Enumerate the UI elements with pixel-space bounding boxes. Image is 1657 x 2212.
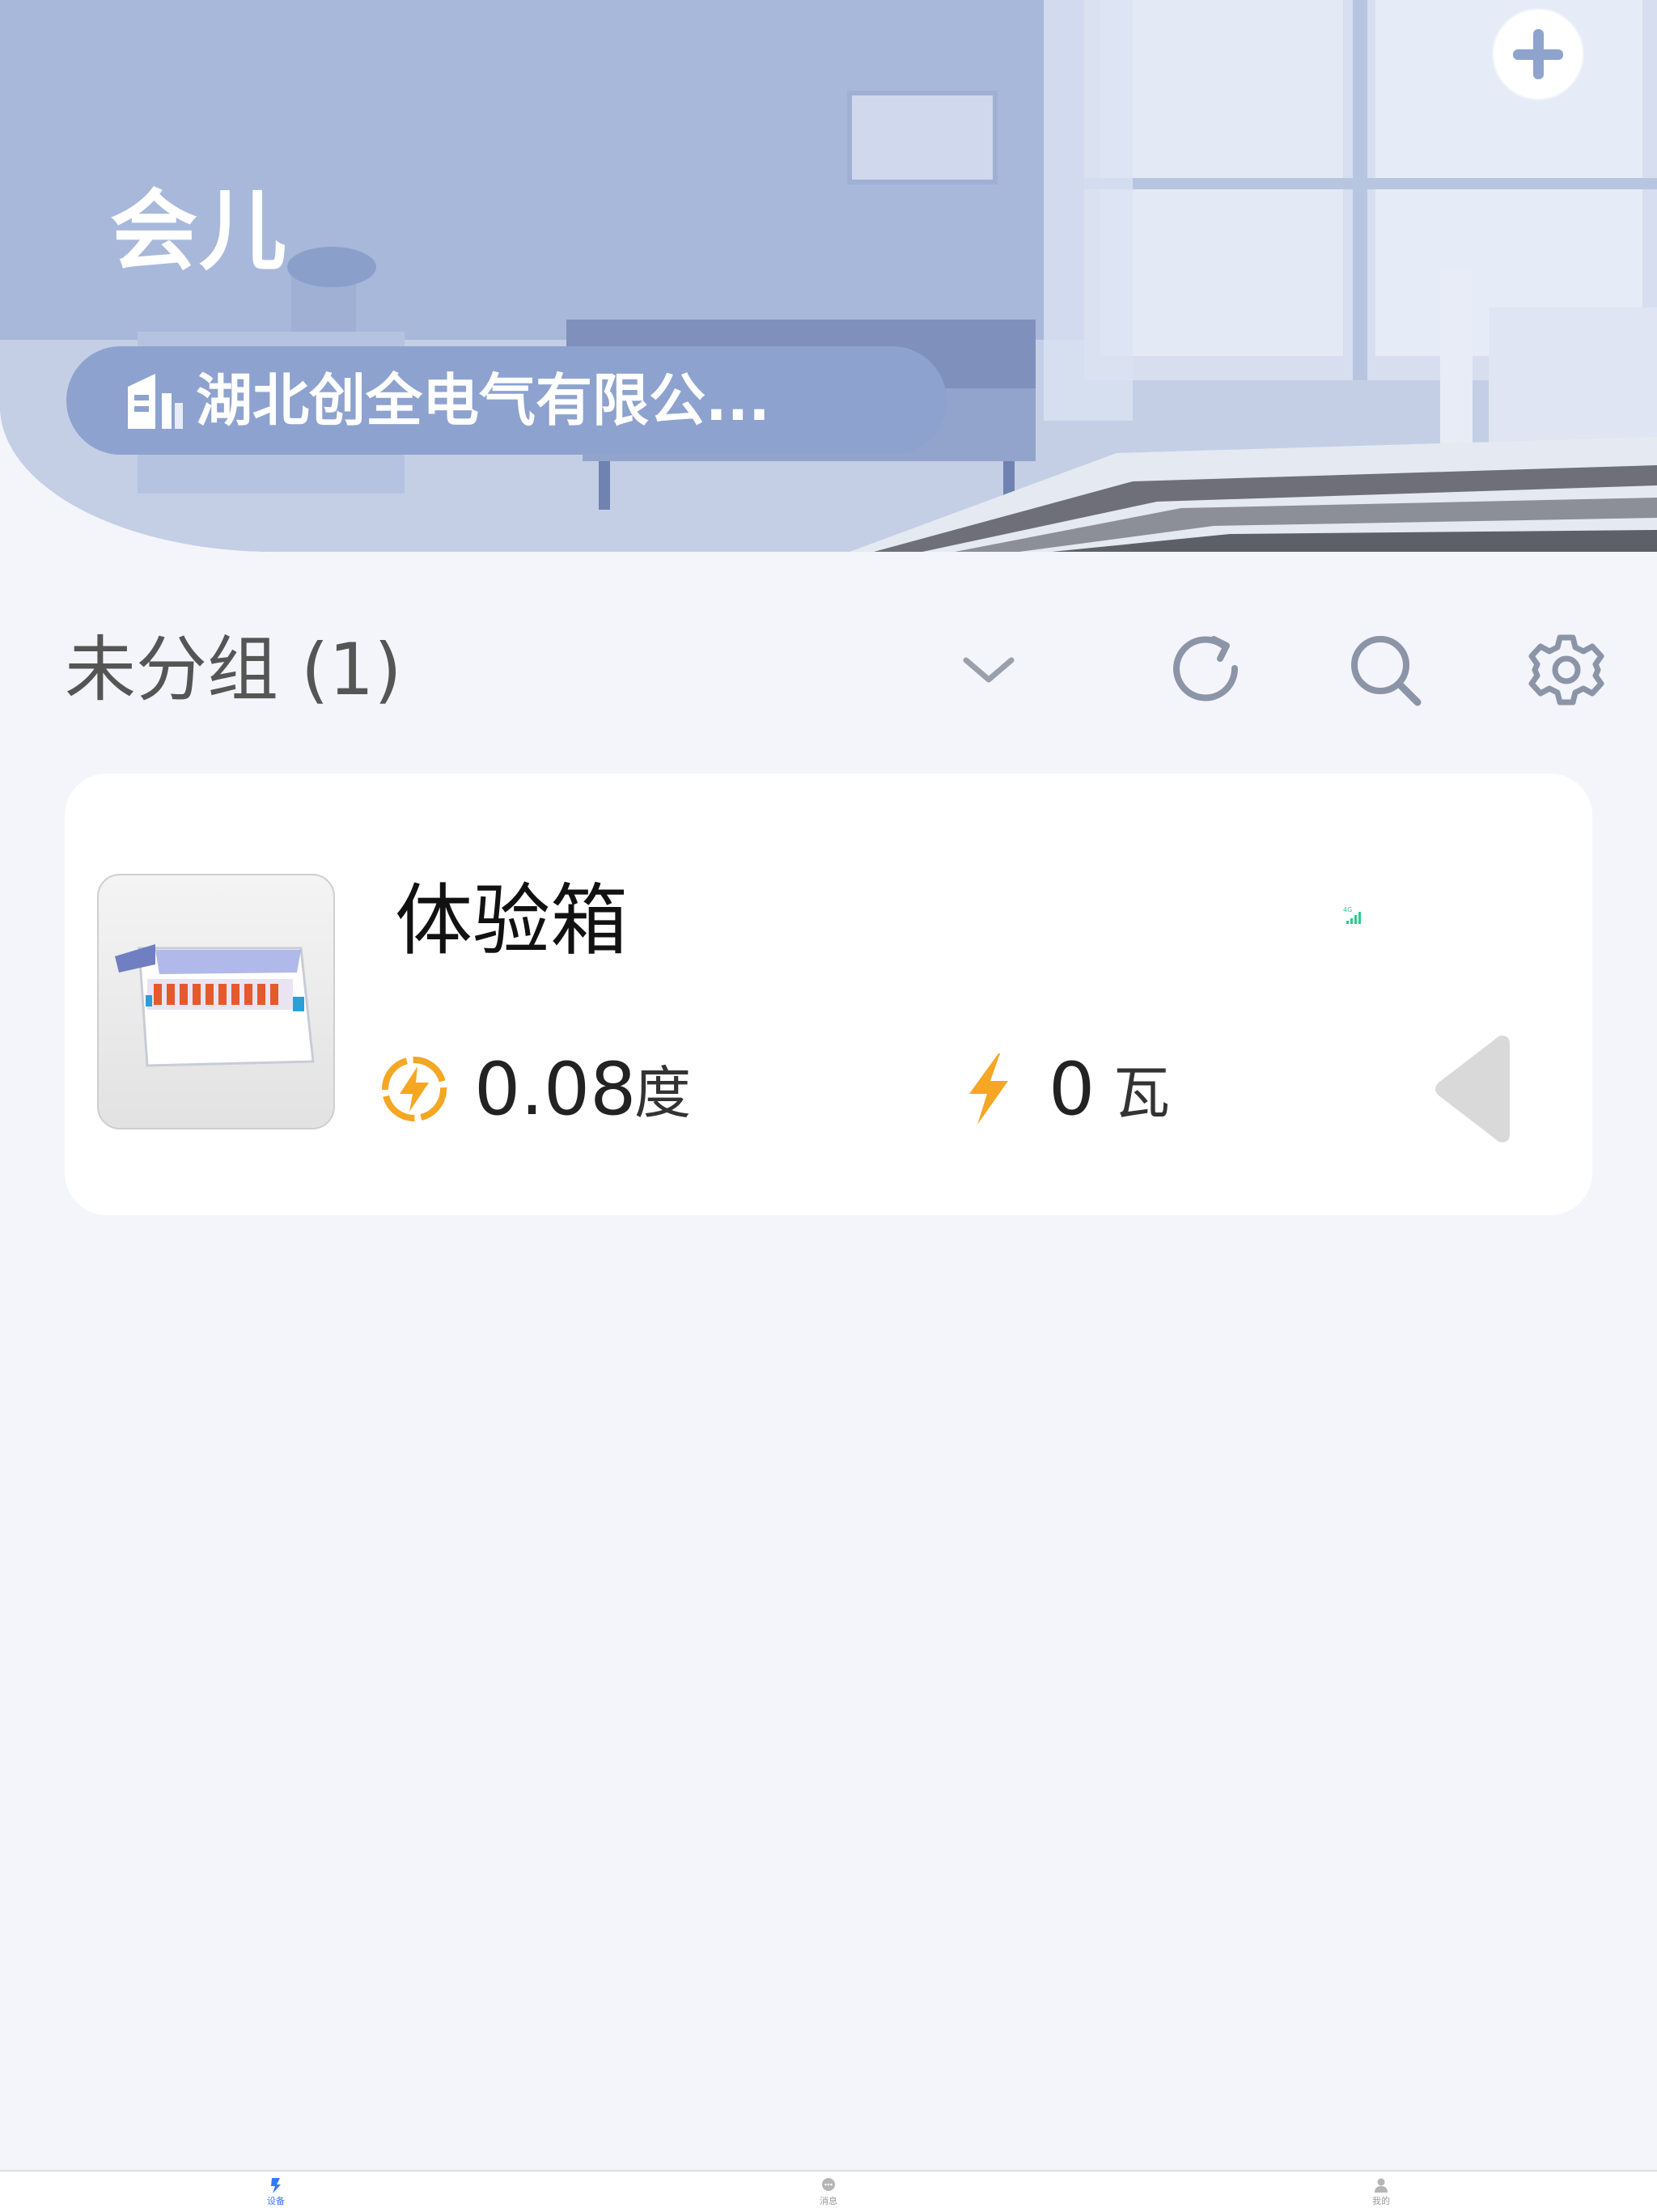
refresh-icon[interactable] (1167, 629, 1248, 710)
tab-devices[interactable]: 设备 (227, 2172, 324, 2212)
group-selector[interactable]: 未分组 (1) (65, 621, 402, 718)
profile-icon (1375, 2178, 1388, 2193)
tab-profile-label: 我的 (1372, 2196, 1390, 2206)
device-icon (271, 2178, 281, 2193)
energy-value: 0.08 (474, 1047, 637, 1132)
page-title: 会儿 (110, 181, 289, 282)
lightning-bolt-icon (969, 1053, 1008, 1125)
header-banner: 会儿 湖北创全电气有限公... (0, 0, 1657, 552)
organization-name: 湖北创全电气有限公... (196, 367, 770, 434)
tab-profile[interactable]: 我的 (1333, 2172, 1430, 2212)
organization-selector[interactable]: 湖北创全电气有限公... (66, 346, 947, 455)
energy-usage-icon (382, 1057, 447, 1121)
device-thumbnail (97, 874, 335, 1129)
collapse-arrow-icon[interactable] (1429, 1032, 1513, 1146)
signal-4g-icon: 4G (1343, 906, 1361, 924)
distribution-box-image (115, 944, 315, 1067)
tab-messages[interactable]: 消息 (780, 2172, 877, 2212)
device-card[interactable]: 体验箱 4G 0.08 度 0 瓦 (65, 773, 1592, 1215)
energy-unit: 度 (634, 1060, 691, 1126)
building-icon (128, 374, 183, 429)
power-value: 0 (1049, 1047, 1095, 1132)
tab-devices-label: 设备 (267, 2196, 285, 2206)
message-icon (822, 2178, 835, 2191)
bottom-tab-bar: 设备 消息 我的 (0, 2170, 1657, 2212)
device-name: 体验箱 (395, 875, 628, 966)
add-device-button[interactable] (1494, 10, 1583, 99)
power-unit: 瓦 (1113, 1060, 1170, 1126)
settings-gear-icon[interactable] (1526, 629, 1607, 710)
chevron-down-icon[interactable] (948, 629, 1029, 710)
search-icon[interactable] (1345, 629, 1426, 710)
tab-messages-label: 消息 (820, 2196, 837, 2206)
signal-label: 4G (1343, 906, 1352, 913)
